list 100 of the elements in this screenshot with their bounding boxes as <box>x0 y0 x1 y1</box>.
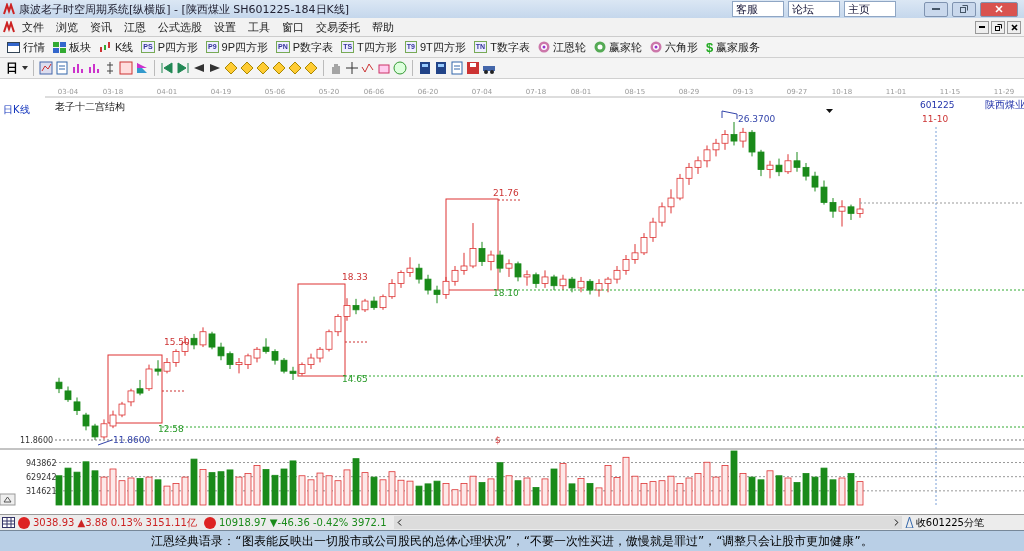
price-annotation: 18.33 <box>342 272 368 282</box>
diamond-icon[interactable] <box>288 61 302 75</box>
price-annotation: 26.3700 <box>738 114 776 124</box>
candlestick <box>775 158 783 177</box>
menu-item[interactable]: 资讯 <box>85 19 117 35</box>
bar <box>505 475 513 506</box>
right-triangle-icon[interactable] <box>208 61 222 75</box>
toolbar-button[interactable]: 六角形 <box>646 38 701 56</box>
bar <box>352 458 360 506</box>
minimize-button[interactable] <box>975 20 989 34</box>
target-icon <box>537 41 550 53</box>
target-icon <box>649 41 662 53</box>
price-annotation: 18.10 <box>493 288 519 298</box>
candlestick <box>505 258 513 278</box>
close-icon <box>1010 23 1018 31</box>
down-triangle-icon <box>826 109 833 113</box>
bar <box>586 483 594 506</box>
candlestick <box>145 364 153 392</box>
menu-item[interactable]: 工具 <box>243 19 275 35</box>
candlestick <box>730 121 738 146</box>
diamond-icon[interactable] <box>272 61 286 75</box>
calendar-icon[interactable] <box>2 517 15 528</box>
header-link[interactable]: 论坛 <box>788 1 840 17</box>
toolbar-button[interactable]: 行情 <box>4 38 48 56</box>
dropdown-caret-icon[interactable] <box>22 66 28 70</box>
bar <box>478 482 486 506</box>
calculator-icon[interactable] <box>434 61 448 75</box>
menu-item[interactable]: 江恩 <box>119 19 151 35</box>
minimize-button[interactable] <box>924 1 948 17</box>
header-link[interactable]: 客服 <box>732 1 784 17</box>
candlestick <box>739 127 747 149</box>
volume-axis-label: 943862 <box>26 458 57 468</box>
triangle-icon[interactable] <box>135 61 149 75</box>
diamond-icon[interactable] <box>240 61 254 75</box>
menu-item[interactable]: 浏览 <box>51 19 83 35</box>
candlestick <box>514 261 522 282</box>
menu-item[interactable]: 交易委托 <box>311 19 365 35</box>
zigzag-icon[interactable] <box>361 61 375 75</box>
candlestick <box>856 197 864 219</box>
bar <box>739 473 747 506</box>
document-icon[interactable] <box>55 61 69 75</box>
candlestick <box>838 199 846 228</box>
toolbar-button[interactable]: $ 赢家服务 <box>702 38 764 56</box>
candlestick <box>55 377 63 394</box>
bar <box>523 477 531 506</box>
bar <box>838 477 846 506</box>
bar <box>559 463 567 506</box>
menu-item[interactable]: 文件 <box>17 19 49 35</box>
candlestick <box>541 269 549 289</box>
toolbar-button[interactable]: 板块 <box>50 38 94 56</box>
minimize-icon <box>932 8 940 10</box>
close-button[interactable] <box>1007 20 1021 34</box>
toolbar-button[interactable]: 江恩轮 <box>534 38 589 56</box>
menu-item[interactable]: 公式选股 <box>153 19 207 35</box>
bar <box>532 487 540 506</box>
menu-item[interactable]: 设置 <box>209 19 241 35</box>
crosshair-icon[interactable] <box>345 61 359 75</box>
period-label: 日K线 <box>3 103 30 117</box>
candlestick <box>523 269 531 287</box>
menu-item[interactable]: 帮助 <box>367 19 399 35</box>
toolbar-button[interactable]: 赢家轮 <box>590 38 645 56</box>
tick-data-link[interactable]: 收601225分笔 <box>904 515 1024 530</box>
diamond-icon[interactable] <box>304 61 318 75</box>
header-link[interactable]: 主页 <box>844 1 896 17</box>
bar <box>784 477 792 506</box>
menu-item[interactable]: 窗口 <box>277 19 309 35</box>
bar <box>487 478 495 506</box>
restore-button[interactable] <box>991 20 1005 34</box>
bars-icon[interactable] <box>87 61 101 75</box>
guide-line <box>497 199 521 201</box>
skip-last-icon[interactable] <box>176 61 190 75</box>
circle-icon <box>203 516 216 529</box>
price-axis-label: 11.8600 <box>20 436 54 445</box>
bar <box>541 478 549 506</box>
bar <box>145 476 153 506</box>
price-annotation: 15.50 <box>164 337 190 347</box>
left-triangle-icon[interactable] <box>192 61 206 75</box>
index-quote: 3038.93 ▲3.88 0.13% 3151.11亿 <box>33 516 198 529</box>
bars-icon[interactable] <box>71 61 85 75</box>
leader-line <box>721 110 738 120</box>
toolbar-button[interactable]: K线 <box>96 38 137 56</box>
candlestick <box>784 153 792 175</box>
restore-button[interactable] <box>952 1 976 17</box>
chart-icon[interactable] <box>39 61 53 75</box>
skip-first-icon[interactable] <box>160 61 174 75</box>
bar <box>847 473 855 506</box>
bar <box>730 450 738 506</box>
tick-data-text[interactable]: 收601225分笔 <box>915 515 984 530</box>
bar <box>154 479 162 506</box>
collapse-button[interactable] <box>0 493 16 506</box>
candlestick <box>478 241 486 267</box>
bar <box>514 480 522 506</box>
period-dropdown[interactable]: 日 <box>4 59 20 77</box>
calculator-icon[interactable] <box>418 61 432 75</box>
circle-icon <box>18 516 30 529</box>
candlestick <box>136 379 144 396</box>
horizontal-scrollbar[interactable] <box>393 516 902 529</box>
diamond-icon[interactable] <box>256 61 270 75</box>
restore-icon <box>960 5 968 13</box>
candlestick <box>766 160 774 179</box>
